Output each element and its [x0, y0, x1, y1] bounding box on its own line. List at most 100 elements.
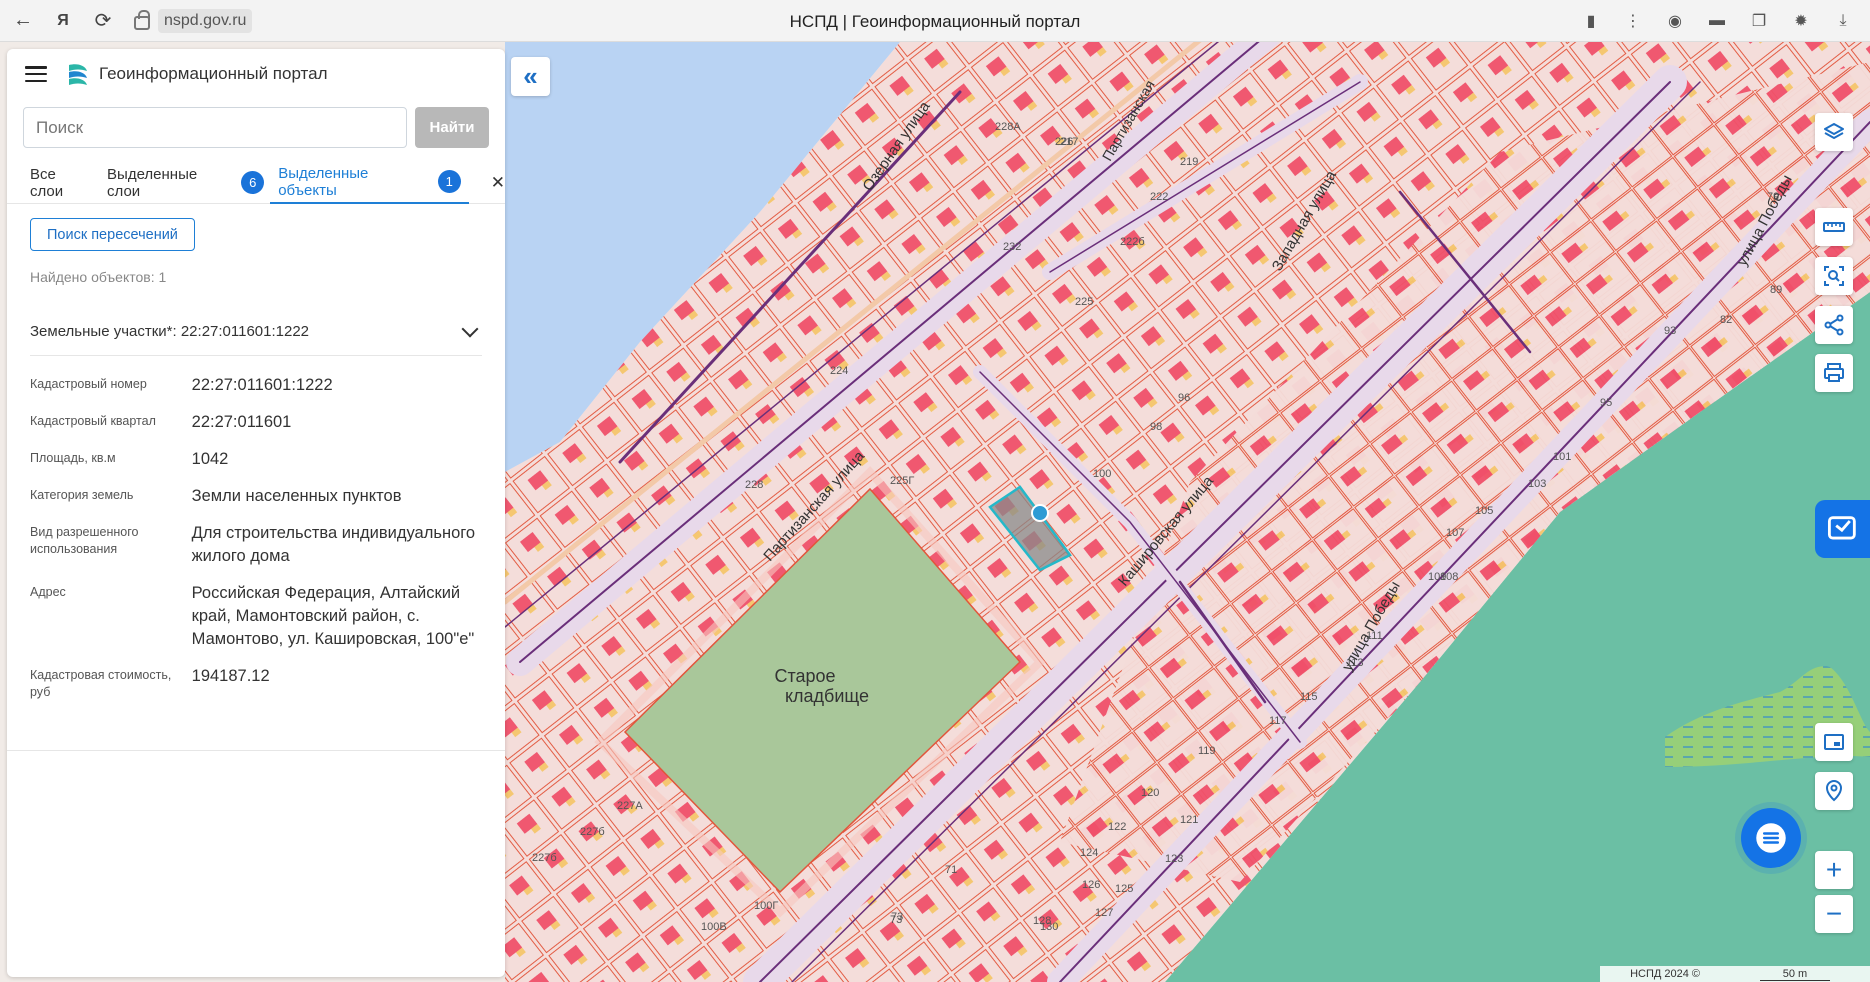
address-bar[interactable]: nspd.gov.ru — [134, 7, 253, 35]
menu-icon[interactable] — [25, 66, 47, 82]
collapse-panel-button[interactable]: « — [511, 57, 550, 96]
tab-all-layers[interactable]: Все слои — [30, 162, 93, 204]
house-number-label: 228А — [995, 121, 1021, 133]
house-number-label: 121 — [1180, 814, 1198, 826]
attribute-row: Вид разрешенного использования Для строи… — [30, 522, 482, 568]
house-number-label: 224 — [830, 365, 848, 377]
extension-icon[interactable]: ◉ — [1664, 10, 1686, 32]
share-button[interactable] — [1815, 306, 1853, 344]
attribute-key: Категория земель — [30, 488, 134, 502]
print-button[interactable] — [1815, 354, 1853, 392]
zoom-out-button[interactable]: − — [1815, 895, 1853, 933]
collections-icon[interactable]: ❐ — [1748, 10, 1770, 32]
more-menu-icon[interactable]: ⋮ — [1622, 10, 1644, 32]
portal-title: Геоинформационный портал — [99, 64, 328, 83]
tab-selected-layers[interactable]: Выделенные слои 6 — [107, 162, 265, 204]
object-group-header[interactable]: Земельные участки*: 22:27:011601:1222 — [30, 308, 482, 356]
group-title: Земельные участки*: 22:27:011601:1222 — [30, 323, 310, 340]
reload-icon[interactable]: ⟳ — [86, 4, 120, 38]
minimap-button[interactable] — [1815, 723, 1853, 761]
attribute-row: Кадастровый номер 22:27:011601:1222 — [30, 374, 482, 397]
browser-actions: ▮ ⋮ ◉ ▬ ❐ ✹ ⤓ — [1580, 0, 1870, 42]
map-footer: НСПД 2024 © 50 m — [1600, 966, 1870, 982]
house-number-label: 107 — [1446, 527, 1464, 539]
house-number-label: 227б — [580, 826, 605, 838]
house-number-label: 111 — [1366, 630, 1383, 642]
attribute-value: Земли населенных пунктов — [191, 487, 402, 505]
attribute-list: Кадастровый номер 22:27:011601:1222 Када… — [30, 374, 482, 701]
tab-label: Все слои — [30, 165, 64, 200]
attribute-value: 22:27:011601:1222 — [191, 376, 333, 394]
panel-content: Поиск пересечений Найдено объектов: 1 Зе… — [7, 204, 505, 701]
house-number-label: 95 — [1600, 397, 1612, 409]
bookmark-icon[interactable]: ▮ — [1580, 10, 1602, 32]
back-arrow-icon[interactable]: ← — [6, 4, 40, 38]
house-number-label: 105 — [1475, 505, 1493, 517]
house-number-label: 127 — [1095, 907, 1113, 919]
house-number-label: 101 — [1553, 451, 1571, 463]
yandex-logo-icon[interactable]: Я — [46, 4, 80, 38]
close-icon[interactable]: ✕ — [491, 173, 505, 193]
house-number-label: 120 — [1141, 787, 1159, 799]
url-text[interactable]: nspd.gov.ru — [158, 9, 253, 33]
zoom-in-button[interactable]: + — [1815, 851, 1853, 889]
locate-button[interactable] — [1815, 772, 1853, 810]
chat-icon — [1756, 823, 1786, 853]
copyright-text: НСПД 2024 © — [1630, 968, 1700, 980]
chat-button[interactable] — [1741, 808, 1801, 868]
house-number-label: 225Г — [890, 475, 914, 487]
house-number-label: 100В — [701, 921, 727, 933]
attribute-row: Адрес Российская Федерация, Алтайский кр… — [30, 582, 482, 651]
house-number-label: 125 — [1115, 883, 1133, 895]
house-number-label: 93 — [1664, 325, 1676, 337]
house-number-label: 96 — [1178, 392, 1190, 404]
house-number-label: 119 — [1198, 745, 1216, 757]
attribute-value: 1042 — [191, 450, 229, 468]
tab-label: Выделенные слои — [107, 165, 198, 200]
house-number-label: 122 — [1108, 821, 1126, 833]
ruler-icon — [1823, 222, 1845, 232]
attribute-key: Кадастровая стоимость, руб — [30, 668, 172, 699]
scale-bar: 50 m — [1760, 968, 1830, 981]
portal-logo-icon — [69, 64, 87, 85]
share-icon — [1824, 314, 1844, 336]
house-number-label: 115 — [1300, 691, 1318, 703]
found-count: Найдено объектов: 1 — [30, 269, 167, 285]
area-search-button[interactable] — [1815, 257, 1853, 295]
intersection-search-button[interactable]: Поиск пересечений — [30, 218, 195, 251]
house-number-label: 89 — [1770, 284, 1782, 296]
house-number-label: 71 — [945, 864, 957, 876]
attribute-key: Площадь, кв.м — [30, 451, 116, 465]
attribute-key: Вид разрешенного использования — [30, 525, 139, 556]
layers-icon — [1824, 123, 1844, 139]
divider — [7, 750, 505, 751]
minimap-icon — [1824, 734, 1844, 750]
extension-icon[interactable]: ▬ — [1706, 10, 1728, 32]
house-number-label: 225 — [1075, 296, 1093, 308]
search-button[interactable]: Найти — [415, 107, 489, 148]
house-number-label: 217 — [1060, 136, 1078, 148]
house-number-label: 117 — [1269, 715, 1287, 727]
info-panel: Геоинформационный портал Найти Все слои … — [7, 49, 505, 977]
house-number-label: 124 — [1080, 847, 1098, 859]
attribute-key: Адрес — [30, 585, 66, 599]
attribute-key: Кадастровый номер — [30, 377, 147, 391]
house-number-label: 82 — [1720, 314, 1732, 326]
house-number-label: 228 — [745, 479, 763, 491]
house-number-label: 227А — [617, 800, 643, 812]
ruler-button[interactable] — [1815, 208, 1853, 246]
attribute-value: Для строительства индивидуального жилого… — [191, 524, 476, 565]
layers-button[interactable] — [1815, 113, 1853, 151]
chevron-down-icon[interactable] — [461, 320, 479, 337]
house-number-label: 123 — [1165, 853, 1183, 865]
feedback-icon — [1827, 516, 1856, 540]
house-number-label: 113 — [1346, 657, 1364, 669]
attribute-row: Площадь, кв.м 1042 — [30, 448, 482, 471]
house-number-label: 79 — [1767, 191, 1779, 203]
download-icon[interactable]: ⤓ — [1832, 10, 1854, 32]
search-input[interactable] — [23, 107, 407, 148]
feedback-widget[interactable] — [1815, 500, 1870, 558]
tab-selected-objects[interactable]: Выделенные объекты 1 — [270, 162, 469, 204]
extension-icon[interactable]: ✹ — [1790, 10, 1812, 32]
search-row: Найти — [7, 99, 505, 148]
